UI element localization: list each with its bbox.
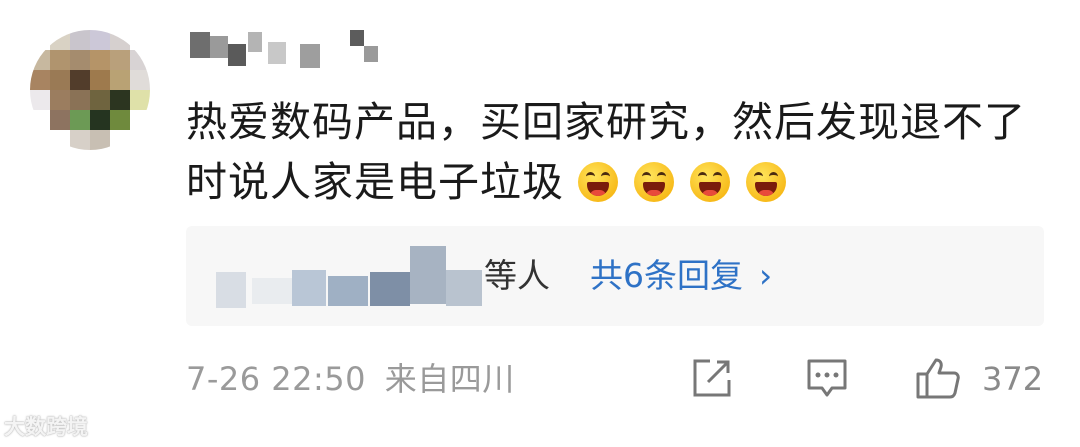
timestamp: 7-26 22:50 — [186, 360, 367, 398]
laughing-emoji-icon — [746, 162, 787, 202]
replies-preview[interactable]: 等人 共6条回复 › — [186, 226, 1044, 326]
view-replies-link[interactable]: 共6条回复 › — [590, 254, 772, 298]
chevron-right-icon: › — [759, 256, 773, 295]
comment-text: 热爱数码产品，买回家研究，然后发现退不了时说人家是电子垃圾 — [186, 92, 1046, 212]
share-icon[interactable] — [690, 356, 734, 400]
comment-meta: 7-26 22:50 来自四川 — [186, 356, 515, 402]
laughing-emoji-icon — [634, 162, 675, 202]
avatar[interactable] — [30, 30, 150, 150]
location: 来自四川 — [384, 360, 515, 398]
username-blurred[interactable] — [190, 30, 380, 70]
thumbs-up-icon[interactable] — [915, 356, 961, 400]
laughing-emoji-icon — [578, 162, 619, 202]
like-count: 372 — [982, 360, 1044, 398]
reply-count-label: 共6条回复 — [590, 256, 743, 295]
watermark-text: 大数跨境 — [4, 415, 88, 439]
reply-users-suffix: 等人 — [484, 256, 550, 295]
watermark: 大数跨境 — [4, 413, 88, 441]
laughing-emoji-icon — [690, 162, 731, 202]
reply-usernames-blurred — [206, 246, 486, 308]
comment-icon[interactable] — [805, 356, 849, 400]
